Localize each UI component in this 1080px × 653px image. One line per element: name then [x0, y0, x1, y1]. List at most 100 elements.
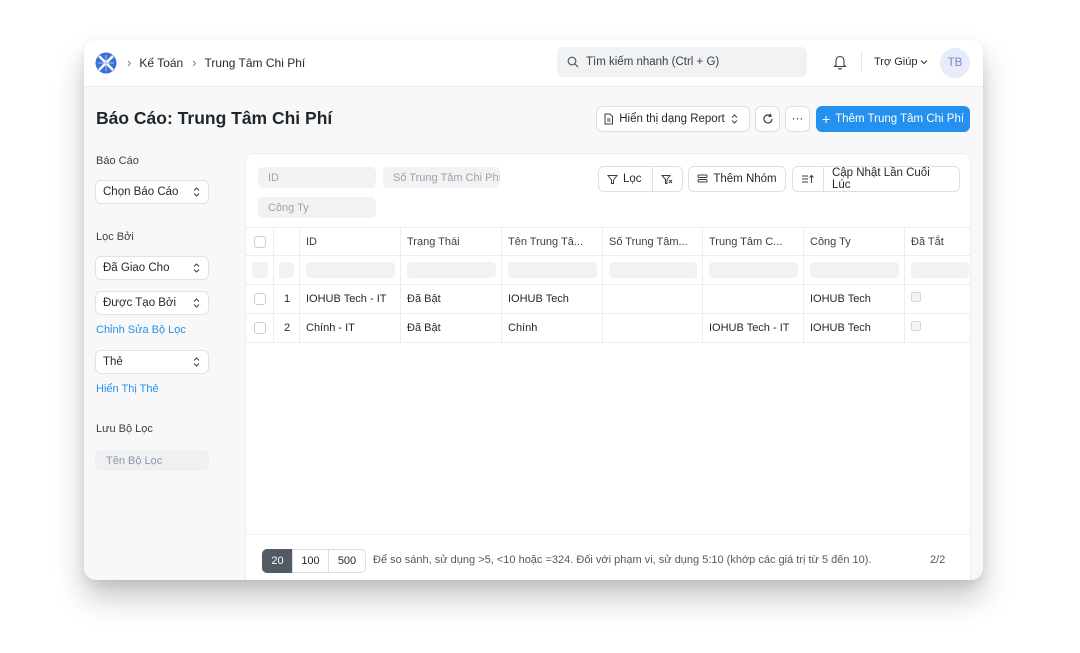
navbar: › Kế Toán › Trung Tâm Chi Phí Tìm kiếm n…	[84, 40, 983, 87]
show-tags-link[interactable]: Hiển Thị Thẻ	[96, 383, 159, 395]
page-size-100-button[interactable]: 100	[292, 549, 329, 573]
cell-status[interactable]: Đã Bật	[401, 285, 502, 313]
filter-row-input[interactable]	[911, 262, 969, 278]
app-logo-icon[interactable]	[95, 52, 117, 74]
column-header-parent[interactable]: Trung Tâm C...	[703, 228, 804, 255]
column-header-name[interactable]: Tên Trung Tâ...	[502, 228, 603, 255]
filter-name-input[interactable]: Tên Bộ Lọc	[95, 450, 209, 471]
divider	[861, 52, 862, 72]
more-icon: ···	[791, 113, 804, 125]
table-row[interactable]: 1 IOHUB Tech - IT Đã Bật IOHUB Tech IOHU…	[246, 285, 970, 314]
breadcrumb-cost-center[interactable]: Trung Tâm Chi Phí	[205, 56, 306, 70]
filter-row-input[interactable]	[508, 262, 597, 278]
clear-filter-button[interactable]	[653, 167, 681, 191]
cell-disabled	[905, 314, 970, 342]
more-actions-button[interactable]: ···	[785, 106, 810, 132]
cell-company[interactable]: IOHUB Tech	[804, 285, 905, 313]
cost-center-number-filter-input[interactable]: Số Trung Tâm Chi Phí	[383, 167, 500, 188]
cell-id[interactable]: IOHUB Tech - IT	[300, 285, 401, 313]
chevron-right-icon: ›	[127, 55, 132, 70]
assigned-to-select[interactable]: Đã Giao Cho	[95, 256, 209, 280]
chevron-down-icon	[921, 60, 928, 65]
refresh-icon	[762, 113, 773, 124]
assigned-to-label: Đã Giao Cho	[103, 262, 170, 274]
group-by-label: Thêm Nhóm	[713, 173, 777, 185]
table-row[interactable]: 2 Chính - IT Đã Bật Chính IOHUB Tech - I…	[246, 314, 970, 343]
cell-parent[interactable]	[703, 285, 804, 313]
cell-number[interactable]	[603, 314, 703, 342]
company-filter-input[interactable]: Công Ty	[258, 197, 376, 218]
filter-row-input[interactable]	[306, 262, 395, 278]
row-checkbox[interactable]	[254, 322, 266, 334]
reload-button[interactable]	[755, 106, 780, 132]
divider	[246, 534, 970, 535]
created-by-label: Được Tạo Bởi	[103, 297, 177, 309]
save-filter-heading: Lưu Bộ Lọc	[96, 423, 153, 435]
cell-company[interactable]: IOHUB Tech	[804, 314, 905, 342]
row-index-header	[274, 228, 300, 255]
group-by-button[interactable]: Thêm Nhóm	[688, 166, 786, 192]
filter-row-cell	[703, 256, 804, 284]
up-down-icon	[731, 114, 738, 124]
page-size-500-button[interactable]: 500	[328, 549, 366, 573]
bell-icon[interactable]	[833, 54, 847, 70]
filter-row-input[interactable]	[252, 262, 268, 278]
up-down-icon	[193, 298, 200, 308]
id-filter-input[interactable]: ID	[258, 167, 376, 188]
view-switcher-label: Hiển thị dạng Report	[619, 113, 725, 125]
edit-filters-link[interactable]: Chỉnh Sửa Bộ Lọc	[96, 324, 186, 336]
sort-field-button[interactable]: Cập Nhật Lần Cuối Lúc	[824, 167, 959, 191]
funnel-icon	[607, 174, 618, 184]
select-all-cell	[246, 228, 274, 255]
breadcrumb-accounting[interactable]: Kế Toán	[139, 56, 183, 70]
column-header-disabled[interactable]: Đã Tắt	[905, 228, 970, 255]
tags-select[interactable]: Thẻ	[95, 350, 209, 374]
cell-parent[interactable]: IOHUB Tech - IT	[703, 314, 804, 342]
filter-button-group: Lọc	[598, 166, 683, 192]
filter-clear-icon	[661, 174, 673, 184]
row-checkbox[interactable]	[254, 293, 266, 305]
filter-row-input[interactable]	[810, 262, 899, 278]
column-header-number[interactable]: Số Trung Tâm...	[603, 228, 703, 255]
cell-disabled	[905, 285, 970, 313]
search-input[interactable]: Tìm kiếm nhanh (Ctrl + G)	[557, 47, 807, 77]
page-size-20-button[interactable]: 20	[262, 549, 293, 573]
cell-name[interactable]: IOHUB Tech	[502, 285, 603, 313]
help-dropdown[interactable]: Trợ Giúp	[874, 56, 928, 68]
add-cost-center-button[interactable]: + Thêm Trung Tâm Chi Phí	[816, 106, 970, 132]
column-header-company[interactable]: Công Ty	[804, 228, 905, 255]
disabled-checkbox[interactable]	[911, 292, 921, 302]
filter-row-input[interactable]	[709, 262, 798, 278]
report-select-label: Chọn Báo Cáo	[103, 186, 179, 198]
report-panel: ID Số Trung Tâm Chi Phí Công Ty Lọc Thêm…	[245, 153, 971, 580]
sort-icon	[802, 174, 815, 183]
filter-label: Lọc	[623, 173, 642, 185]
cell-name[interactable]: Chính	[502, 314, 603, 342]
select-all-checkbox[interactable]	[254, 235, 266, 248]
view-switcher-button[interactable]: Hiển thị dạng Report	[596, 106, 750, 132]
document-icon	[604, 113, 614, 125]
cell-id[interactable]: Chính - IT	[300, 314, 401, 342]
avatar[interactable]: TB	[940, 48, 970, 78]
sort-order-button[interactable]	[793, 167, 823, 191]
filter-button[interactable]: Lọc	[599, 167, 652, 191]
filter-by-heading: Lọc Bởi	[96, 231, 134, 243]
filter-row-cell	[905, 256, 970, 284]
report-select[interactable]: Chọn Báo Cáo	[95, 180, 209, 204]
filter-row-input[interactable]	[407, 262, 496, 278]
search-icon	[567, 56, 579, 68]
tags-label: Thẻ	[103, 356, 123, 368]
column-header-id[interactable]: ID	[300, 228, 401, 255]
created-by-select[interactable]: Được Tạo Bởi	[95, 291, 209, 315]
help-label: Trợ Giúp	[874, 56, 918, 68]
filter-row-cell	[300, 256, 401, 284]
plus-icon: +	[821, 111, 831, 127]
cell-status[interactable]: Đã Bật	[401, 314, 502, 342]
filter-row-input[interactable]	[279, 262, 294, 278]
disabled-checkbox[interactable]	[911, 321, 921, 331]
report-heading: Báo Cáo	[96, 155, 139, 167]
cell-number[interactable]	[603, 285, 703, 313]
chevron-right-icon: ›	[192, 55, 197, 70]
column-header-status[interactable]: Trạng Thái	[401, 228, 502, 255]
filter-row-input[interactable]	[609, 262, 697, 278]
